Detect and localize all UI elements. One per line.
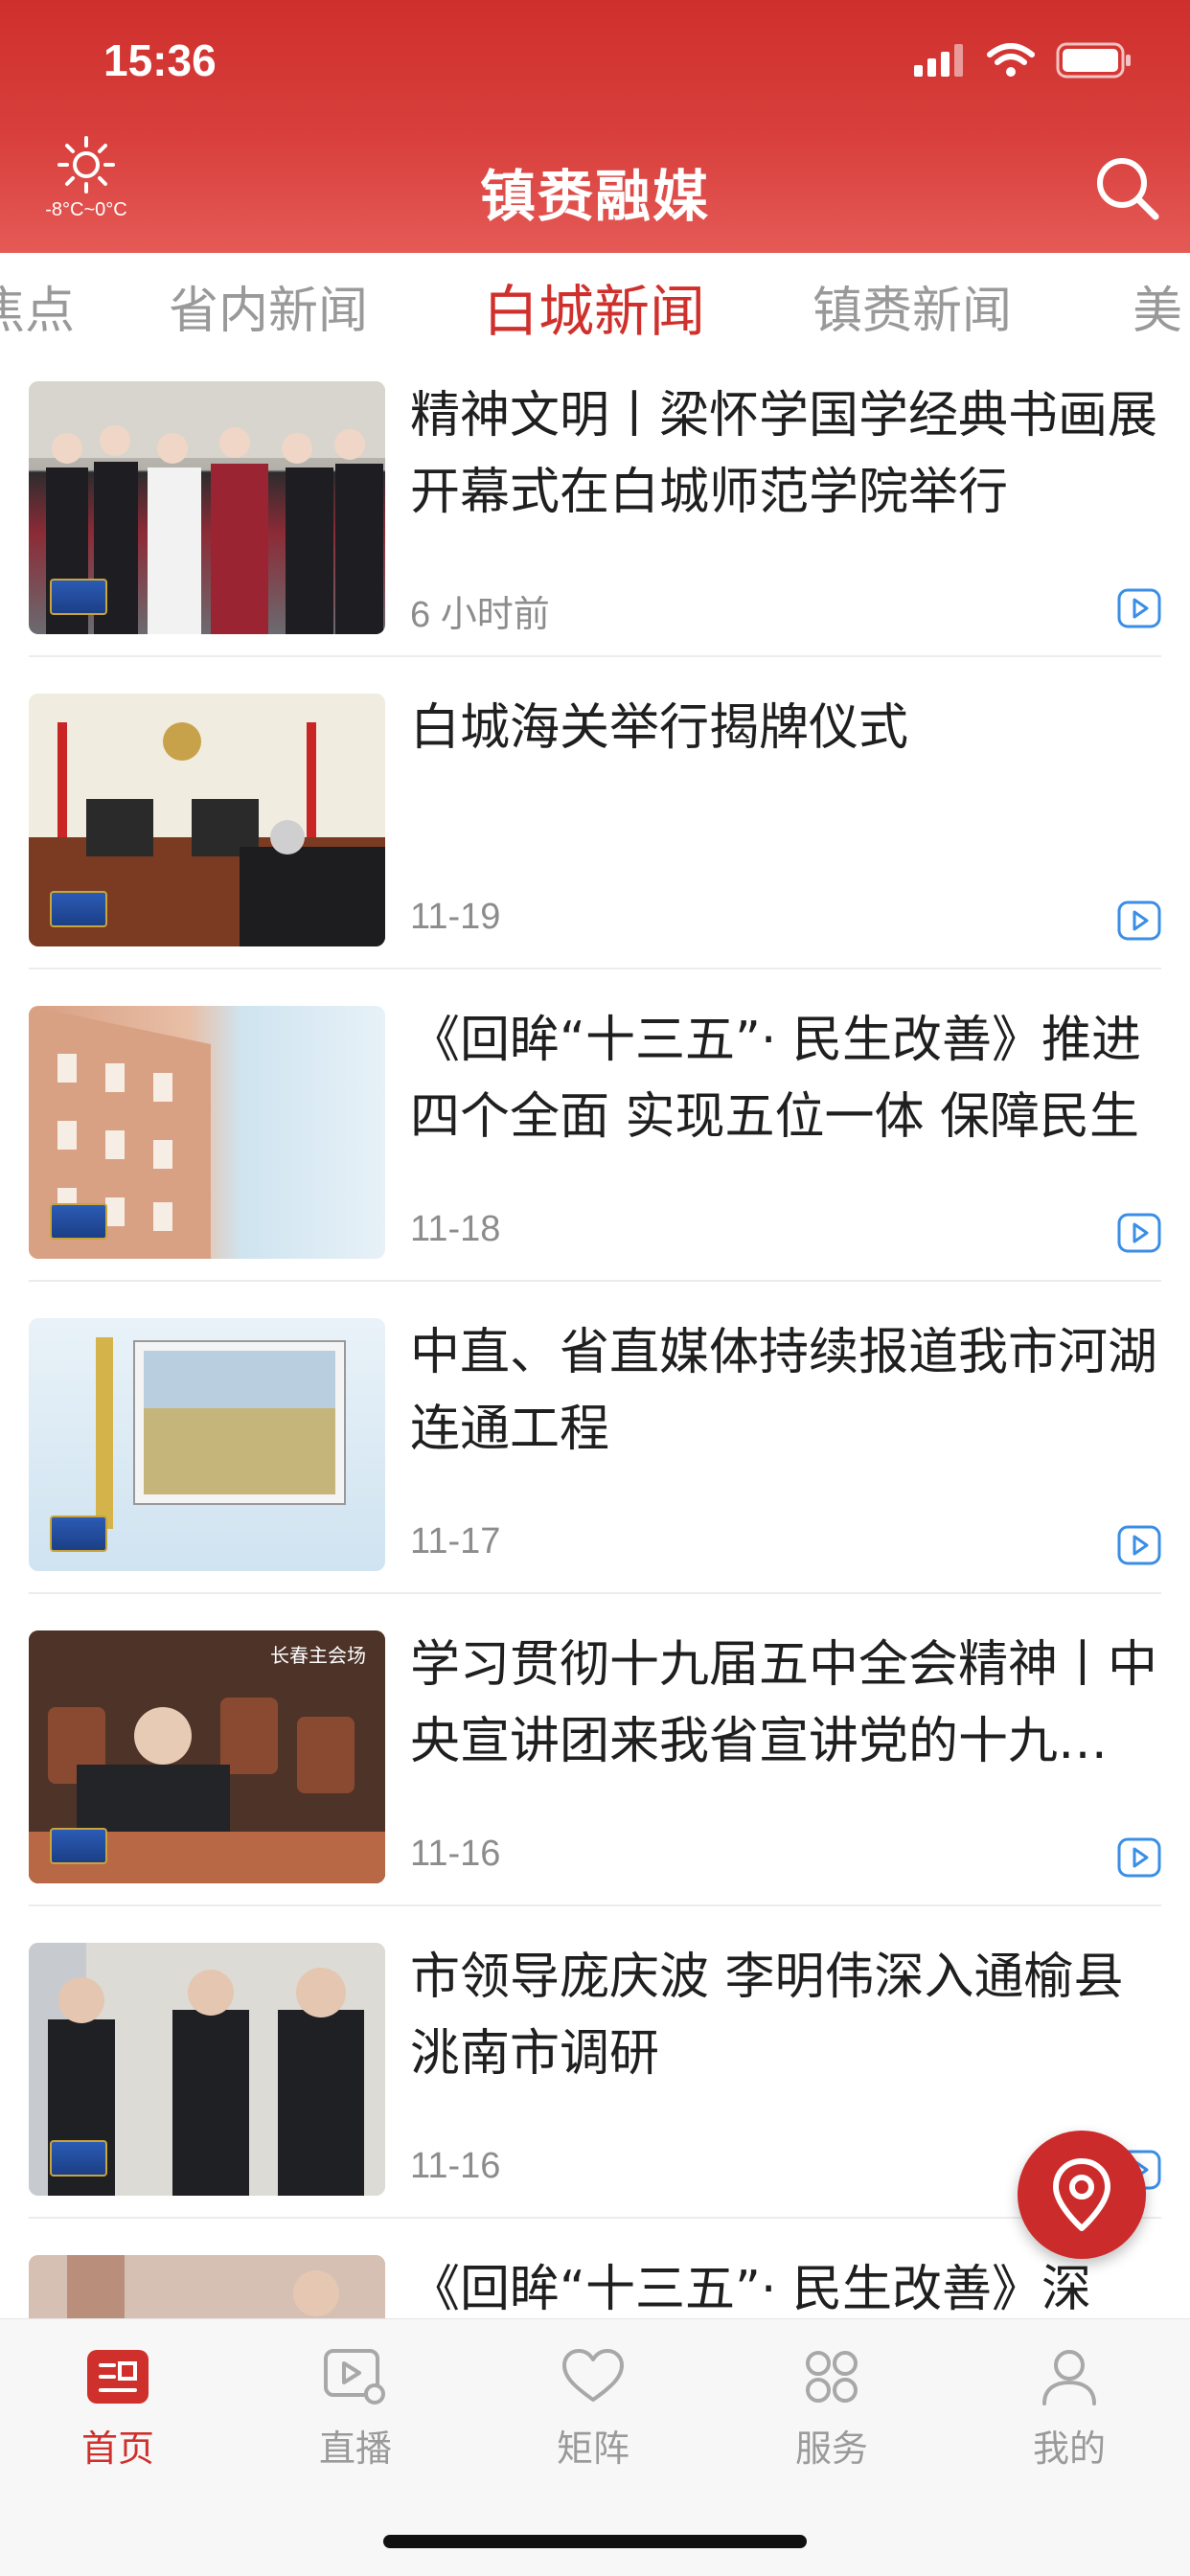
tabbar-matrix[interactable]: 矩阵 <box>516 2348 670 2472</box>
tabbar-matrix-label: 矩阵 <box>556 2428 629 2470</box>
video-play-icon <box>1117 1213 1161 1253</box>
tabbar-profile-label: 我的 <box>1032 2428 1106 2470</box>
news-title: 精神文明丨梁怀学国学经典书画展开幕式在白城师范学院举行 <box>410 387 1157 521</box>
wifi-icon <box>987 43 1035 77</box>
news-date: 6 小时前 <box>410 595 550 635</box>
news-title: 中直、省直媒体持续报道我市河湖连通工程 <box>410 1324 1157 1458</box>
news-title: 白城海关举行揭牌仪式 <box>410 699 909 757</box>
tabbar-live[interactable]: 直播 <box>279 2348 432 2472</box>
news-thumbnail <box>29 694 385 946</box>
news-thumbnail <box>29 381 385 634</box>
profile-icon <box>1042 2350 1096 2405</box>
tabbar-live-label: 直播 <box>318 2428 392 2470</box>
cellular-signal-icon <box>914 44 963 77</box>
news-title: 《回眸“十三五”· 民生改善》深 <box>410 2261 1091 2318</box>
heart-icon <box>562 2349 624 2402</box>
tabbar-home[interactable]: 首页 <box>41 2348 195 2472</box>
tabbar-services[interactable]: 服务 <box>755 2348 908 2472</box>
tv-station-logo <box>50 1203 107 1240</box>
thumb-overlay-text: 长春主会场 <box>270 1644 366 1667</box>
location-button[interactable] <box>1018 2131 1146 2259</box>
news-date: 11-18 <box>410 1209 501 1249</box>
indoor-scene-icon <box>29 2255 385 2318</box>
news-title: 学习贯彻十九届五中全会精神丨中央宣讲团来我省宣讲党的十九届五中全会精神 <box>410 1636 1157 1770</box>
app-header: 15:36 -8°C~0°C 镇赉融媒 <box>0 0 1190 253</box>
news-thumbnail: 长春主会场 <box>29 1630 385 1883</box>
tab-province-news[interactable]: 省内新闻 <box>169 270 368 342</box>
tv-station-logo <box>50 579 107 615</box>
video-play-icon <box>1117 900 1161 941</box>
news-title: 市领导庞庆波 李明伟深入通榆县洮南市调研 <box>410 1949 1124 2083</box>
news-list: 精神文明丨梁怀学国学经典书画展开幕式在白城师范学院举行 6 小时前 白城海关举行… <box>0 345 1190 2318</box>
video-play-icon <box>1117 1837 1161 1878</box>
tv-station-logo <box>50 1516 107 1552</box>
news-thumbnail <box>29 1943 385 2196</box>
news-date: 11-17 <box>410 1521 501 1562</box>
news-thumbnail <box>29 1006 385 1259</box>
tv-station-logo <box>50 2140 107 2177</box>
news-item[interactable]: 白城海关举行揭牌仪式 11-19 <box>0 657 1190 969</box>
news-item[interactable]: 市领导庞庆波 李明伟深入通榆县洮南市调研 11-16 <box>0 1906 1190 2219</box>
tab-focus[interactable]: 焦点 <box>0 270 75 342</box>
category-tabs: 焦点 省内新闻 白城新闻 镇赉新闻 美 <box>0 253 1190 345</box>
news-item[interactable]: 《回眸“十三五”· 民生改善》推进四个全面 实现五位一体 保障民生 11-18 <box>0 969 1190 1282</box>
news-home-icon <box>87 2350 149 2404</box>
tabbar-profile[interactable]: 我的 <box>993 2348 1146 2472</box>
news-title: 《回眸“十三五”· 民生改善》推进四个全面 实现五位一体 保障民生 <box>410 1012 1141 1146</box>
tabbar-services-label: 服务 <box>794 2428 868 2470</box>
home-indicator[interactable] <box>383 2535 807 2548</box>
search-button[interactable] <box>1090 151 1163 224</box>
tab-baicheng-news[interactable]: 白城新闻 <box>483 266 705 345</box>
video-play-icon <box>1117 588 1161 628</box>
tabbar-home-label: 首页 <box>80 2428 154 2470</box>
news-date: 11-16 <box>410 1834 501 1874</box>
news-thumbnail <box>29 2255 385 2318</box>
tab-zhenlai-news[interactable]: 镇赉新闻 <box>812 270 1012 342</box>
tv-station-logo <box>50 1828 107 1864</box>
news-date: 11-16 <box>410 2146 501 2186</box>
tab-more[interactable]: 美 <box>1133 270 1182 342</box>
location-pin-icon <box>1053 2158 1110 2231</box>
live-play-icon <box>324 2349 385 2405</box>
battery-icon <box>1056 42 1131 79</box>
search-icon <box>1097 158 1159 220</box>
video-play-icon <box>1117 1525 1161 1565</box>
news-item[interactable]: 中直、省直媒体持续报道我市河湖连通工程 11-17 <box>0 1282 1190 1594</box>
services-grid-icon <box>806 2351 858 2403</box>
app-title: 镇赉融媒 <box>479 164 710 229</box>
news-item[interactable]: 长春主会场 学习贯彻十九届五中全会精神丨中央宣讲团来我省宣讲党的十九届五中全会精… <box>0 1594 1190 1906</box>
news-item[interactable]: 精神文明丨梁怀学国学经典书画展开幕式在白城师范学院举行 6 小时前 <box>0 345 1190 657</box>
news-item[interactable]: 《回眸“十三五”· 民生改善》深 <box>0 2219 1190 2318</box>
status-time: 15:36 <box>103 35 217 85</box>
status-icons <box>914 42 1133 79</box>
news-thumbnail <box>29 1318 385 1571</box>
tv-station-logo <box>50 891 107 927</box>
news-date: 11-19 <box>410 897 501 937</box>
